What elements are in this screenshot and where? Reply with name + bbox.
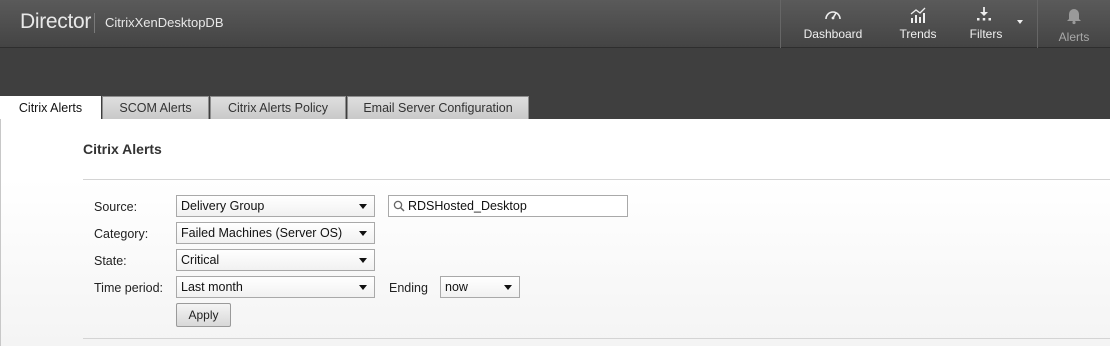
brand-separator: [94, 13, 95, 33]
chevron-down-icon: [504, 285, 512, 290]
tab-scom-alerts[interactable]: SCOM Alerts: [102, 96, 209, 119]
tab-citrix-alerts[interactable]: Citrix Alerts: [0, 96, 101, 120]
source-select-value: Delivery Group: [181, 199, 265, 213]
nav-filters[interactable]: Filters: [951, 0, 1037, 48]
nav-trends[interactable]: Trends: [885, 0, 951, 48]
trends-chart-icon: [910, 7, 926, 23]
search-input[interactable]: RDSHosted_Desktop: [388, 195, 628, 217]
apply-button[interactable]: Apply: [176, 303, 231, 327]
chevron-down-icon: [359, 258, 367, 263]
nav-trends-label: Trends: [899, 27, 937, 41]
search-input-value: RDSHosted_Desktop: [408, 199, 527, 213]
app-name: Director: [20, 10, 92, 33]
search-icon: [393, 200, 405, 212]
filters-icon: [977, 7, 991, 21]
category-select[interactable]: Failed Machines (Server OS): [176, 222, 375, 244]
source-label: Source:: [94, 200, 138, 214]
chevron-down-icon: [359, 231, 367, 236]
chevron-down-icon: [1017, 20, 1023, 24]
nav-dashboard-label: Dashboard: [803, 27, 863, 41]
divider: [83, 338, 1110, 339]
bell-icon: [1067, 9, 1081, 25]
top-bar: Director CitrixXenDesktopDB Dashboard Tr…: [0, 0, 1110, 48]
nav-alerts-label: Alerts: [1058, 30, 1090, 44]
chevron-down-icon: [359, 204, 367, 209]
ending-select[interactable]: now: [440, 276, 520, 298]
ending-select-value: now: [445, 280, 468, 294]
ending-label: Ending: [389, 281, 428, 295]
state-select[interactable]: Critical: [176, 249, 375, 271]
state-label: State:: [94, 254, 127, 268]
site-name: CitrixXenDesktopDB: [105, 15, 224, 30]
nav-filters-label: Filters: [969, 27, 1003, 41]
nav-alerts[interactable]: Alerts: [1038, 0, 1110, 48]
tab-email-server-configuration[interactable]: Email Server Configuration: [347, 96, 529, 119]
time-period-label: Time period:: [94, 281, 164, 295]
state-select-value: Critical: [181, 253, 220, 267]
chevron-down-icon: [359, 285, 367, 290]
tab-citrix-alerts-policy[interactable]: Citrix Alerts Policy: [210, 96, 346, 119]
nav-dashboard[interactable]: Dashboard: [781, 0, 885, 48]
category-select-value: Failed Machines (Server OS): [181, 226, 343, 240]
source-select[interactable]: Delivery Group: [176, 195, 375, 217]
time-period-select[interactable]: Last month: [176, 276, 375, 298]
category-label: Category:: [94, 227, 149, 241]
main-content: Citrix Alerts Source: Delivery Group RDS…: [0, 119, 1110, 346]
divider: [83, 179, 1110, 180]
main-nav: Dashboard Trends Filters Alerts: [780, 0, 1110, 48]
time-period-select-value: Last month: [181, 280, 243, 294]
page-title: Citrix Alerts: [83, 141, 162, 157]
dashboard-gauge-icon: [825, 11, 841, 20]
